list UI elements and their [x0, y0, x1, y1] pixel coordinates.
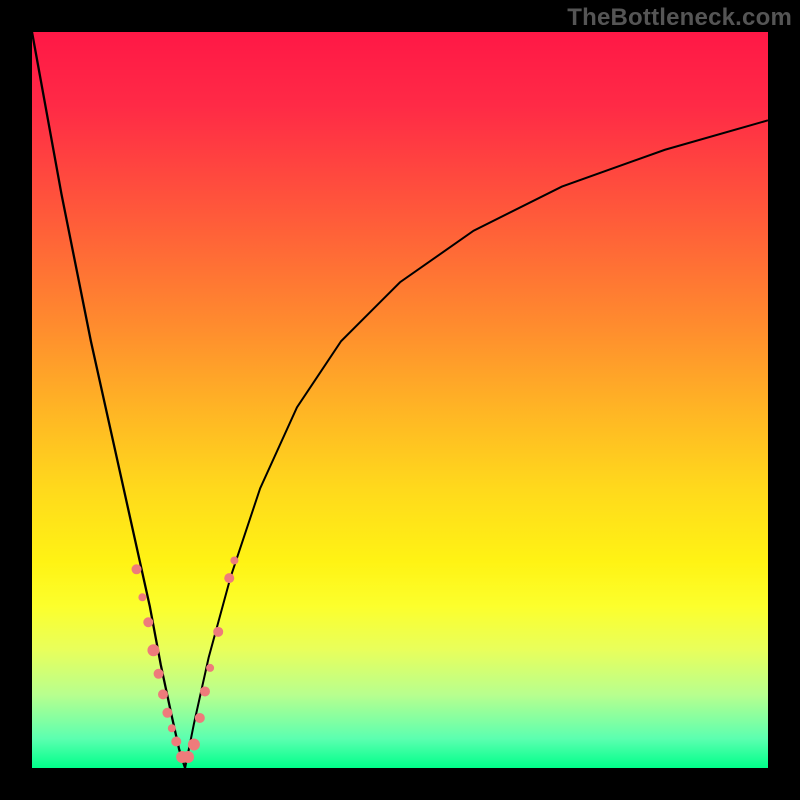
chart-svg: [32, 32, 768, 768]
marker-dot: [168, 724, 176, 732]
frame-root: TheBottleneck.com: [0, 0, 800, 800]
marker-dot: [147, 644, 159, 656]
marker-dot: [188, 738, 200, 750]
marker-dot: [132, 564, 142, 574]
marker-dot: [138, 593, 146, 601]
marker-dot: [224, 573, 234, 583]
curve-left-branch: [32, 32, 185, 768]
marker-dot: [154, 669, 164, 679]
curve-right-branch: [185, 120, 768, 768]
marker-dot: [143, 617, 153, 627]
marker-dot: [195, 713, 205, 723]
marker-dot: [213, 627, 223, 637]
marker-group: [132, 556, 239, 763]
marker-dot: [230, 556, 238, 564]
marker-dot: [158, 689, 168, 699]
plot-area: [32, 32, 768, 768]
marker-dot: [206, 664, 214, 672]
marker-dot: [162, 708, 172, 718]
marker-dot: [200, 686, 210, 696]
marker-dot: [171, 737, 181, 747]
watermark-text: TheBottleneck.com: [567, 4, 792, 32]
marker-dot: [182, 751, 194, 763]
